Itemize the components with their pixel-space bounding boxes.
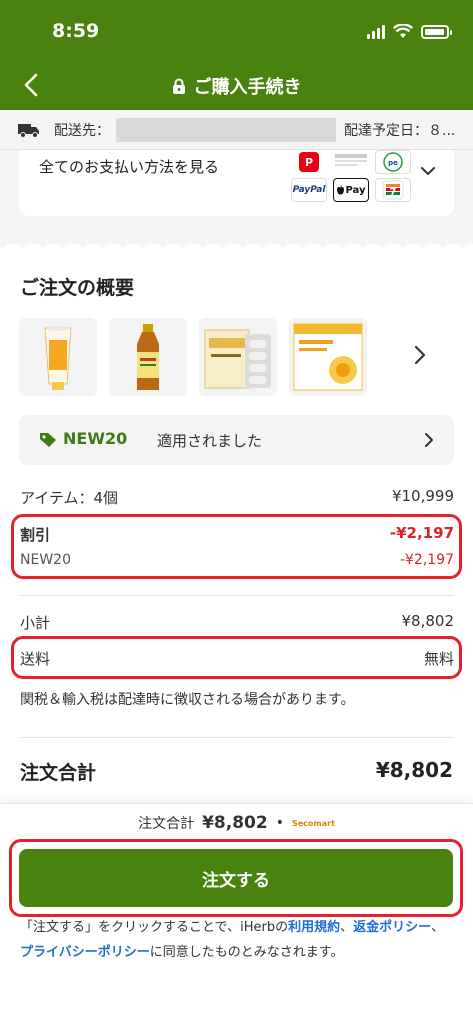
product-thumbnail-sunscreen[interactable] xyxy=(19,318,97,396)
product-thumbnail-vinegar[interactable] xyxy=(109,318,187,396)
status-bar: 8:59 xyxy=(0,0,473,62)
pay-easy-logo: pe xyxy=(375,150,411,174)
svg-text:P: P xyxy=(305,156,313,169)
chevron-right-icon xyxy=(425,433,433,447)
page-title-text: ご購入手続き xyxy=(193,77,302,98)
nav-bar: ご購入手続き xyxy=(0,62,473,110)
chevron-down-icon[interactable] xyxy=(420,166,436,176)
seven-eleven-logo: 7 xyxy=(375,178,411,202)
discount-code-label: NEW20 xyxy=(20,552,71,568)
shipping-fee-label: 送料 xyxy=(20,650,51,668)
promo-applied-text: 適用されました xyxy=(157,432,263,450)
sunscreen-tube-image xyxy=(44,326,72,390)
order-total-label: 注文合計 xyxy=(20,762,97,784)
divider xyxy=(20,595,454,596)
mini-total-label: 注文合計 xyxy=(138,816,195,832)
terms-of-use-link[interactable]: 利用規約 xyxy=(288,920,340,935)
apple-pay-text: Pay xyxy=(345,184,366,196)
discount-value: -¥2,197 xyxy=(389,524,454,542)
subtotal-row: 小計 ¥8,802 xyxy=(20,612,454,633)
page-title: ご購入手続き xyxy=(0,73,473,99)
promo-code: NEW20 xyxy=(63,429,128,448)
sunlipid-vitamin-c-box-image xyxy=(293,323,363,391)
delivery-date: 配達予定日：８... xyxy=(344,122,456,139)
divider xyxy=(20,737,454,738)
mini-total: 注文合計 ¥8,802 • Secomart xyxy=(0,813,473,833)
apple-pay-logo: Pay xyxy=(333,178,369,202)
items-row: アイテム：4個 ¥10,999 xyxy=(20,487,454,508)
terms-suffix: に同意したものとみなされます。 xyxy=(149,945,344,960)
truck-icon xyxy=(18,123,39,138)
lock-icon xyxy=(172,78,185,94)
order-summary-title: ご注文の概要 xyxy=(20,277,135,299)
shipping-fee-value: 無料 xyxy=(423,650,454,668)
status-icons xyxy=(367,24,452,39)
see-all-payment-methods[interactable]: 全てのお支払い方法を見る xyxy=(39,156,219,177)
product-thumbnail-vitamin-c[interactable] xyxy=(289,318,367,396)
terms-prefix: 「注文する」をクリックすることで、iHerbの xyxy=(20,920,289,935)
paypal-logo: PayPal xyxy=(291,178,327,202)
battery-icon xyxy=(421,24,452,39)
subtotal-value: ¥8,802 xyxy=(401,612,455,630)
svg-text:7: 7 xyxy=(390,187,397,198)
items-label: アイテム：4個 xyxy=(20,489,119,507)
chevron-right-icon[interactable] xyxy=(414,345,426,365)
terms-sep-2: 、 xyxy=(431,920,445,935)
mini-total-value: ¥8,802 xyxy=(202,813,268,833)
discount-code-row: NEW20 -¥2,197 xyxy=(20,552,454,568)
customs-note: 関税＆輸入税は配達時に徴収される場合があります。 xyxy=(20,692,355,708)
address-redacted xyxy=(116,117,336,142)
apple-cider-vinegar-bottle-image xyxy=(137,324,159,390)
promo-code-row[interactable]: NEW20 適用されました xyxy=(19,415,454,465)
terms-sep-1: 、 xyxy=(340,920,354,935)
cellular-signal-icon xyxy=(367,24,385,39)
order-total-value: ¥8,802 xyxy=(375,758,453,782)
shipping-fee-row: 送料 無料 xyxy=(20,648,454,669)
shipping-bar[interactable]: 配送先： 配達予定日：８... xyxy=(0,110,473,150)
bullet: • xyxy=(275,815,284,831)
paypay-logo: P xyxy=(291,150,327,174)
konbini-logo xyxy=(333,150,369,174)
refund-policy-link[interactable]: 返金ポリシー xyxy=(353,920,431,935)
wifi-icon xyxy=(393,24,413,38)
product-thumbnail-probiotics[interactable] xyxy=(199,318,277,396)
subtotal-label: 小計 xyxy=(20,614,51,632)
apple-icon xyxy=(337,185,345,195)
lactobif-probiotics-box-image xyxy=(204,329,271,389)
discount-label: 割引 xyxy=(20,526,51,544)
svg-text:pe: pe xyxy=(388,159,398,167)
privacy-policy-link[interactable]: プライバシーポリシー xyxy=(20,945,150,960)
tag-icon xyxy=(40,433,56,447)
discount-row: 割引 -¥2,197 xyxy=(20,524,454,545)
zigzag-divider xyxy=(0,236,473,248)
terms-text: 「注文する」をクリックすることで、iHerbの利用規約、返金ポリシー、 プライバ… xyxy=(20,915,460,965)
status-time: 8:59 xyxy=(52,20,100,42)
items-value: ¥10,999 xyxy=(391,487,454,505)
discount-code-value: -¥2,197 xyxy=(399,552,454,568)
shipping-label: 配送先： xyxy=(54,122,110,139)
payment-methods-card[interactable]: 全てのお支払い方法を見る P pe PayPal Pay 7 xyxy=(19,150,454,216)
secomart-logo: Secomart xyxy=(291,818,335,828)
place-order-button[interactable]: 注文する xyxy=(19,849,453,907)
